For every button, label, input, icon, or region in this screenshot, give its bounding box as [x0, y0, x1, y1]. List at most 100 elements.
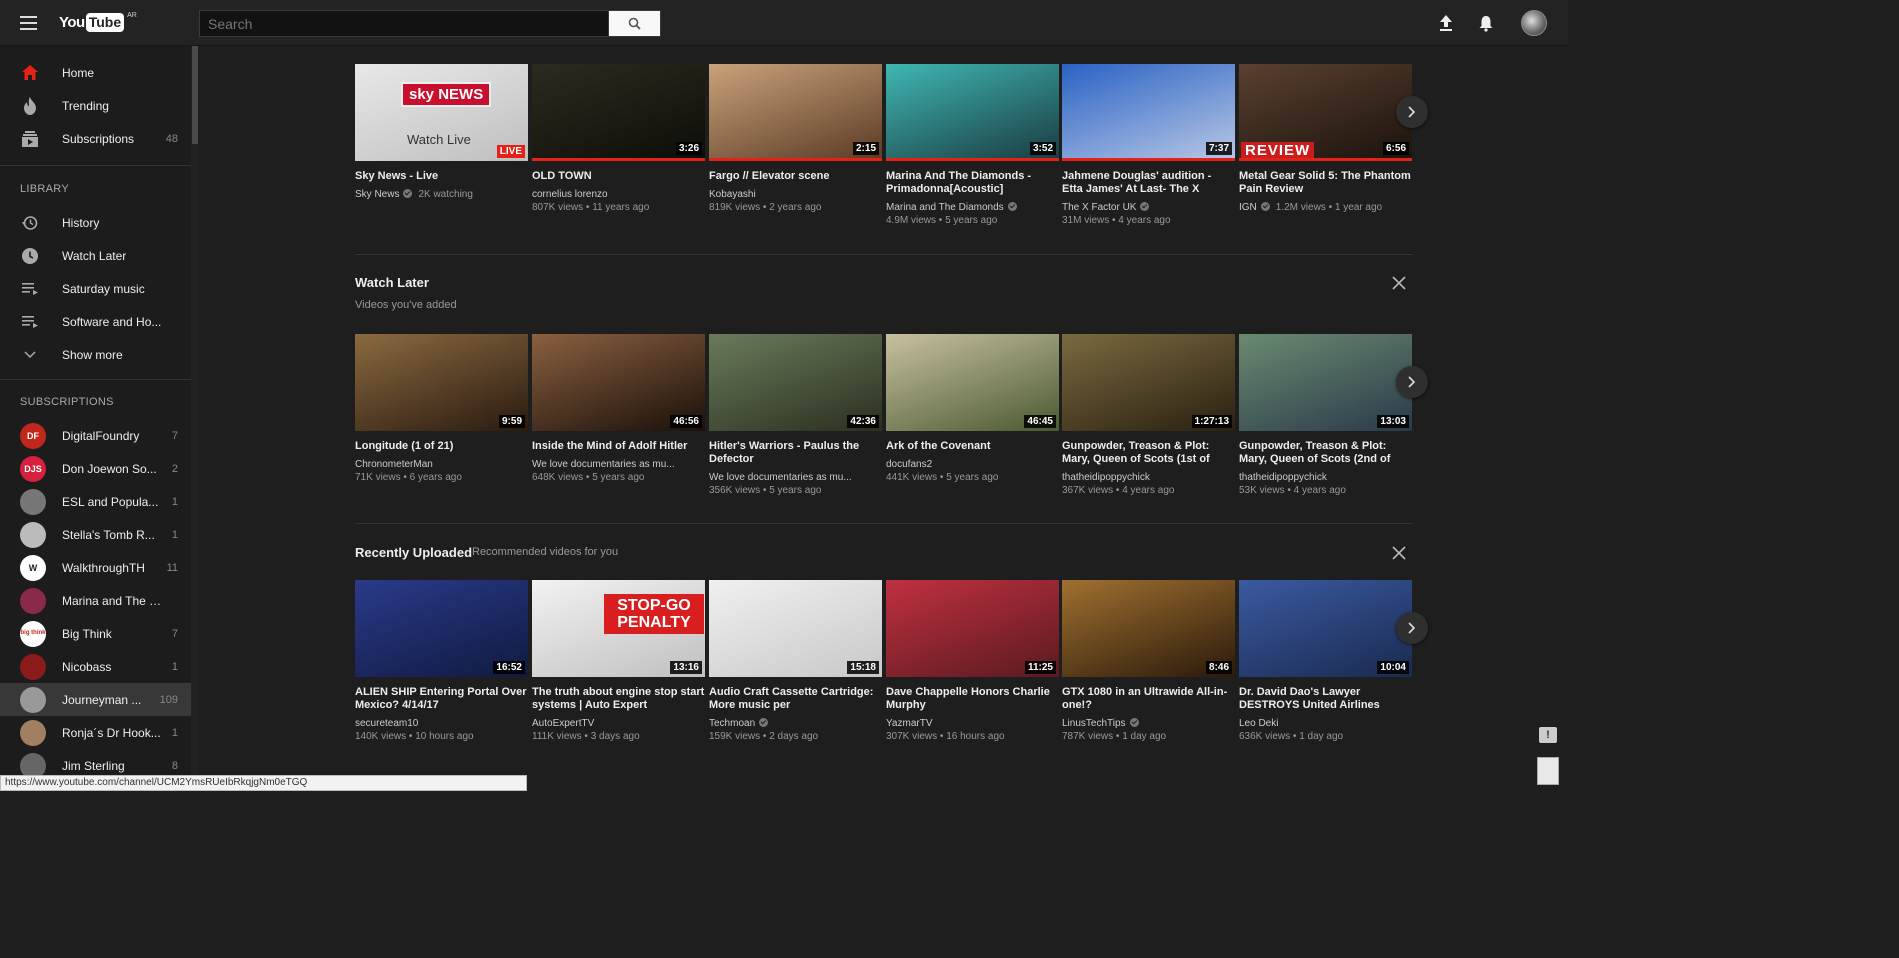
channel-name[interactable]: thatheidipoppychick — [1062, 472, 1150, 483]
video-card[interactable]: 46:56 Inside the Mind of Adolf Hitler We l… — [532, 334, 705, 483]
video-title[interactable]: GTX 1080 in an Ultrawide All-in-one!? — [1062, 686, 1235, 712]
sidebar-item-trending[interactable]: Trending — [0, 89, 191, 122]
channel-name[interactable]: docufans2 — [886, 459, 932, 470]
sidebar-subscription-item[interactable]: DF DigitalFoundry 7 — [0, 419, 191, 452]
video-channel[interactable]: LinusTechTips — [1062, 718, 1235, 729]
video-thumbnail[interactable]: REVIEW 6:56 — [1239, 64, 1412, 161]
channel-name[interactable]: cornelius lorenzo — [532, 189, 608, 200]
channel-name[interactable]: Sky News — [355, 189, 399, 200]
sidebar-subscription-item[interactable]: ESL and Popula... 1 — [0, 485, 191, 518]
sidebar-subscription-item[interactable]: big think Big Think 7 — [0, 617, 191, 650]
notifications-bell-icon[interactable] — [1475, 12, 1497, 34]
video-card[interactable]: 15:18 Audio Craft Cassette Cartridge: Mor… — [709, 580, 882, 742]
channel-name[interactable]: Kobayashi — [709, 189, 756, 200]
video-card[interactable]: 3:52 Marina And The Diamonds - Primadonna… — [886, 64, 1059, 226]
video-title[interactable]: Sky News - Live — [355, 170, 528, 183]
video-channel[interactable]: Techmoan — [709, 718, 882, 729]
video-thumbnail[interactable]: 42:36 — [709, 334, 882, 431]
video-thumbnail[interactable]: 8:46 — [1062, 580, 1235, 677]
channel-name[interactable]: Techmoan — [709, 718, 755, 729]
channel-name[interactable]: AutoExpertTV — [532, 718, 594, 729]
video-thumbnail[interactable]: 15:18 — [709, 580, 882, 677]
video-title[interactable]: Ark of the Covenant — [886, 440, 1059, 453]
youtube-logo[interactable]: You Tube AR — [59, 12, 137, 33]
video-thumbnail[interactable]: STOP-GO PENALTY 13:16 — [532, 580, 705, 677]
video-title[interactable]: Gunpowder, Treason & Plot: Mary, Queen o… — [1239, 440, 1412, 466]
video-card[interactable]: 13:03 Gunpowder, Treason & Plot: Mary, Qu… — [1239, 334, 1412, 496]
shelf-next-button[interactable] — [1396, 96, 1428, 128]
video-card[interactable]: 2:15 Fargo // Elevator scene Kobayashi 819K… — [709, 64, 882, 213]
shelf-title[interactable]: Recently Uploaded — [355, 545, 472, 560]
sidebar-subscription-item[interactable]: Nicobass 1 — [0, 650, 191, 683]
video-card[interactable]: 46:45 Ark of the Covenant docufans2 441K vi… — [886, 334, 1059, 483]
sidebar-subscription-item[interactable]: Journeyman ... 109 — [0, 683, 191, 716]
video-card[interactable]: 16:52 ALIEN SHIP Entering Portal Over Mex… — [355, 580, 528, 742]
video-thumbnail[interactable]: 2:15 — [709, 64, 882, 161]
video-title[interactable]: Marina And The Diamonds - Primadonna[Aco… — [886, 170, 1059, 196]
video-thumbnail[interactable]: 3:26 — [532, 64, 705, 161]
video-channel[interactable]: YazmarTV — [886, 718, 1059, 729]
video-card[interactable]: REVIEW 6:56 Metal Gear Solid 5: The Phanto… — [1239, 64, 1412, 213]
channel-name[interactable]: IGN — [1239, 202, 1257, 213]
sidebar-subscription-item[interactable]: Marina and The D... — [0, 584, 191, 617]
video-thumbnail[interactable]: 13:03 — [1239, 334, 1412, 431]
channel-name[interactable]: ChronometerMan — [355, 459, 433, 470]
shelf-title[interactable]: Watch Later — [355, 275, 429, 290]
video-card[interactable]: 3:26 OLD TOWN cornelius lorenzo 807K views … — [532, 64, 705, 213]
channel-name[interactable]: secureteam10 — [355, 718, 418, 729]
sidebar-item-home[interactable]: Home — [0, 56, 191, 89]
menu-icon[interactable] — [18, 12, 40, 34]
video-card[interactable]: STOP-GO PENALTY 13:16 The truth about engi… — [532, 580, 705, 742]
channel-name[interactable]: thatheidipoppychick — [1239, 472, 1327, 483]
video-title[interactable]: Jahmene Douglas' audition - Etta James' … — [1062, 170, 1235, 196]
channel-name[interactable]: LinusTechTips — [1062, 718, 1126, 729]
video-title[interactable]: The truth about engine stop start system… — [532, 686, 705, 712]
video-channel[interactable]: cornelius lorenzo — [532, 189, 705, 200]
video-card[interactable]: 10:04 Dr. David Dao's Lawyer DESTROYS Uni… — [1239, 580, 1412, 742]
video-channel[interactable]: Leo Deki — [1239, 718, 1412, 729]
sidebar-scrollbar-thumb[interactable] — [192, 46, 198, 144]
video-title[interactable]: Fargo // Elevator scene — [709, 170, 882, 183]
sidebar-item-watch-later[interactable]: Watch Later — [0, 239, 191, 272]
video-title[interactable]: OLD TOWN — [532, 170, 705, 183]
video-thumbnail[interactable]: 3:52 — [886, 64, 1059, 161]
video-thumbnail[interactable]: sky NEWS Watch Live LIVE — [355, 64, 528, 161]
search-input[interactable] — [199, 10, 608, 37]
shelf-next-button[interactable] — [1396, 366, 1428, 398]
help-corner-icon[interactable] — [1537, 757, 1559, 785]
dismiss-shelf-close-icon[interactable] — [1390, 274, 1408, 292]
channel-name[interactable]: The X Factor UK — [1062, 202, 1136, 213]
video-card[interactable]: 9:59 Longitude (1 of 21) ChronometerMan 71K… — [355, 334, 528, 483]
video-title[interactable]: Metal Gear Solid 5: The Phantom Pain Rev… — [1239, 170, 1412, 196]
channel-name[interactable]: Marina and The Diamonds — [886, 202, 1004, 213]
video-channel[interactable]: We love documentaries as mu... — [709, 472, 882, 483]
video-thumbnail[interactable]: 11:25 — [886, 580, 1059, 677]
video-title[interactable]: Dr. David Dao's Lawyer DESTROYS United A… — [1239, 686, 1412, 712]
video-channel[interactable]: AutoExpertTV — [532, 718, 705, 729]
video-channel[interactable]: The X Factor UK — [1062, 202, 1235, 213]
video-card[interactable]: 8:46 GTX 1080 in an Ultrawide All-in-one!… — [1062, 580, 1235, 742]
video-thumbnail[interactable]: 46:56 — [532, 334, 705, 431]
video-thumbnail[interactable]: 46:45 — [886, 334, 1059, 431]
video-title[interactable]: Longitude (1 of 21) — [355, 440, 528, 453]
video-channel[interactable]: secureteam10 — [355, 718, 528, 729]
video-title[interactable]: Dave Chappelle Honors Charlie Murphy — [886, 686, 1059, 712]
video-channel[interactable]: Marina and The Diamonds — [886, 202, 1059, 213]
video-thumbnail[interactable]: 10:04 — [1239, 580, 1412, 677]
video-thumbnail[interactable]: 16:52 — [355, 580, 528, 677]
sidebar-item-show-more[interactable]: Show more — [0, 338, 191, 371]
sidebar-subscription-item[interactable]: Stella's Tomb R... 1 — [0, 518, 191, 551]
sidebar-item-history[interactable]: History — [0, 206, 191, 239]
video-title[interactable]: Gunpowder, Treason & Plot: Mary, Queen o… — [1062, 440, 1235, 466]
sidebar-scrollbar[interactable] — [191, 46, 198, 791]
video-title[interactable]: Inside the Mind of Adolf Hitler — [532, 440, 705, 453]
account-avatar[interactable] — [1521, 10, 1547, 36]
dismiss-shelf-close-icon[interactable] — [1390, 544, 1408, 562]
video-channel[interactable]: thatheidipoppychick — [1062, 472, 1235, 483]
search-button[interactable] — [608, 10, 661, 37]
video-channel[interactable]: We love documentaries as mu... — [532, 459, 705, 470]
upload-icon[interactable] — [1435, 12, 1457, 34]
video-thumbnail[interactable]: 7:37 — [1062, 64, 1235, 161]
video-channel[interactable]: Sky News 2K watching — [355, 189, 528, 200]
channel-name[interactable]: Leo Deki — [1239, 718, 1278, 729]
